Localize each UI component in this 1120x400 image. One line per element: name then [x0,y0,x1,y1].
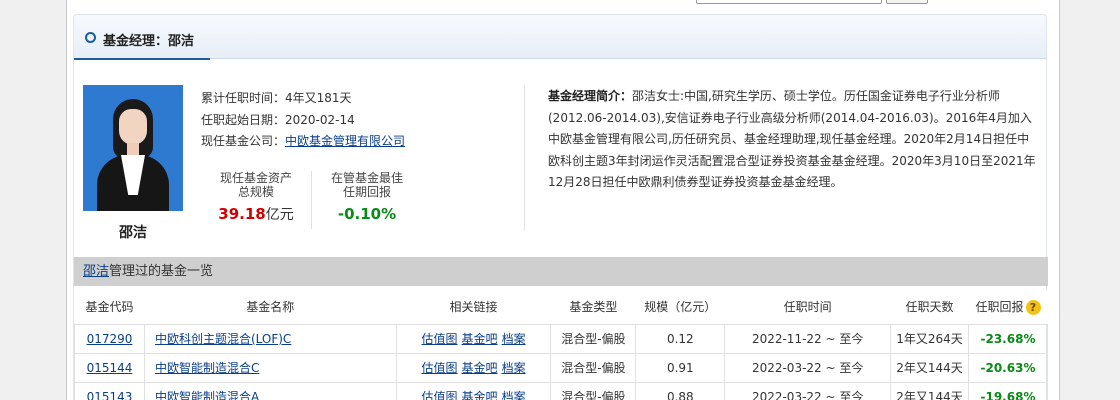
fund-days: 2年又144天 [890,381,969,400]
table-header-row: 基金代码 基金名称 相关链接 基金类型 规模（亿元） 任职时间 任职天数 任职回… [74,290,1048,325]
col-scale: 规模（亿元） [635,290,725,325]
fund-forum-link[interactable]: 基金吧 [462,332,498,346]
fund-days: 2年又144天 [890,352,969,383]
fund-list-manager-link[interactable]: 邵洁 [83,264,109,279]
fund-code-link[interactable]: 017290 [87,332,133,346]
col-name: 基金名称 [144,290,397,325]
fund-name-cell: 中欧智能制造混合A [143,381,397,400]
company-link[interactable]: 中欧基金管理有限公司 [285,134,405,148]
col-days: 任职天数 [890,290,969,325]
panel-title: 基金经理：邵洁 [103,34,195,49]
fund-type: 混合型-偏股 [550,352,637,383]
col-code: 基金代码 [74,290,145,325]
fund-name-link[interactable]: 中欧智能制造混合C [155,361,259,375]
assets-label-1: 现任基金资产 [219,171,292,185]
company-label: 现任基金公司： [201,134,286,148]
start-label: 任职起始日期： [201,113,286,127]
fund-scale: 0.12 [635,323,726,354]
assets-stat: 现任基金资产 总规模 39.18亿元 [214,171,298,222]
title-underline [74,58,210,60]
bio-label: 基金经理简介： [548,89,633,103]
fund-return: -20.63% [967,352,1049,383]
start-value: 2020-02-14 [285,113,355,127]
fund-name-link[interactable]: 中欧科创主题混合(LOF)C [155,332,291,346]
col-period: 任职时间 [724,290,891,325]
fund-links-cell: 估值图 基金吧 档案 [395,381,552,400]
table-row: 015143 中欧智能制造混合A 估值图 基金吧 档案 混合型-偏股 0.88 20… [74,381,1049,400]
fund-period: 2022-03-22 ~ 至今 [724,381,892,400]
fund-code-link[interactable]: 015144 [87,361,133,375]
best-return-stat: 在管基金最佳 任期回报 -0.10% [324,171,410,223]
fund-scale: 0.88 [635,381,726,400]
tenure-row: 累计任职时间：4年又181天 [201,89,352,106]
best-label-1: 在管基金最佳 [330,171,403,185]
help-icon[interactable]: ? [1025,300,1041,316]
manager-photo [83,85,183,211]
best-label-2: 任期回报 [342,185,391,199]
valuation-chart-link[interactable]: 估值图 [422,361,458,375]
table-row: 015144 中欧智能制造混合C 估值图 基金吧 档案 混合型-偏股 0.91 20… [74,352,1049,383]
fund-type: 混合型-偏股 [550,381,637,400]
valuation-chart-link[interactable]: 估值图 [422,390,458,400]
fund-days: 1年又264天 [890,323,969,354]
bio-divider [524,85,525,231]
fund-list-header: 邵洁管理过的基金一览 [74,257,1048,286]
fund-links-cell: 估值图 基金吧 档案 [395,323,552,354]
fund-name-link[interactable]: 中欧智能制造混合A [155,390,259,400]
fund-scale: 0.91 [635,352,726,383]
assets-value: 39.18 [218,205,266,223]
col-type: 基金类型 [550,290,636,325]
fund-code-link[interactable]: 015143 [87,390,133,400]
search-button[interactable] [886,0,928,4]
assets-label-2: 总规模 [237,185,274,199]
table-row: 017290 中欧科创主题混合(LOF)C 估值图 基金吧 档案 混合型-偏股 0.… [74,323,1049,354]
fund-code-cell: 015144 [74,352,145,383]
fund-name-cell: 中欧科创主题混合(LOF)C [143,323,397,354]
fund-return: -19.68% [967,381,1049,400]
fund-profile-link[interactable]: 档案 [502,361,526,375]
bio-text: 邵洁女士:中国,研究生学历、硕士学位。历任国金证券电子行业分析师(2012.06… [548,89,1036,189]
circle-bullet-icon [85,32,96,43]
manager-name: 邵洁 [119,225,147,241]
fund-period: 2022-03-22 ~ 至今 [724,352,892,383]
fund-name-cell: 中欧智能制造混合C [143,352,397,383]
fund-return: -23.68% [967,323,1049,354]
company-row: 现任基金公司：中欧基金管理有限公司 [201,132,405,149]
manager-bio: 基金经理简介：邵洁女士:中国,研究生学历、硕士学位。历任国金证券电子行业分析师(… [548,86,1038,194]
fund-forum-link[interactable]: 基金吧 [462,390,498,400]
panel-header: 基金经理：邵洁 [74,15,1046,60]
fund-code-cell: 015143 [74,381,145,400]
fund-forum-link[interactable]: 基金吧 [462,361,498,375]
col-return: 任职回报 [975,300,1024,315]
col-return-cell: 任职回报? [968,290,1048,325]
fund-table: 基金代码 基金名称 相关链接 基金类型 规模（亿元） 任职时间 任职天数 任职回… [74,290,1049,400]
fund-list-title: 管理过的基金一览 [109,264,214,279]
fund-profile-link[interactable]: 档案 [502,332,526,346]
fund-code-cell: 017290 [74,323,145,354]
stat-divider [311,171,312,229]
fund-type: 混合型-偏股 [550,323,637,354]
valuation-chart-link[interactable]: 估值图 [422,332,458,346]
photo-face [119,109,147,145]
fund-links-cell: 估值图 基金吧 档案 [395,352,552,383]
assets-value-row: 39.18亿元 [214,205,298,223]
fund-period: 2022-11-22 ~ 至今 [724,323,892,354]
col-links: 相关链接 [396,290,551,325]
best-return-value: -0.10% [337,205,397,223]
search-input[interactable] [696,0,882,4]
fund-profile-link[interactable]: 档案 [502,390,526,400]
assets-unit: 亿元 [265,207,294,223]
tenure-label: 累计任职时间： [201,91,286,105]
manager-panel: 基金经理：邵洁 邵洁 累计任职时间：4年又181天 任职起始日期：2020-02… [73,14,1049,400]
tenure-value: 4年又181天 [285,91,352,105]
start-date-row: 任职起始日期：2020-02-14 [201,111,355,128]
